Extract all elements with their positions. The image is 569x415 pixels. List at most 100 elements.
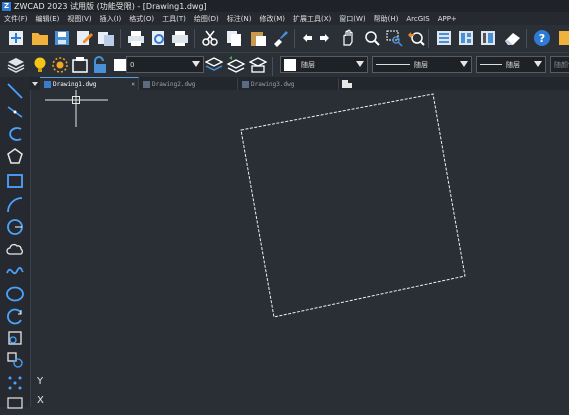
lightbulb-icon <box>34 57 46 72</box>
new-tab-button[interactable] <box>339 78 355 90</box>
zoom-realtime-button[interactable] <box>362 28 382 48</box>
layer-previous-button[interactable] <box>226 55 246 75</box>
print-preview-button[interactable] <box>148 28 168 48</box>
cut-button[interactable] <box>200 28 220 48</box>
layers-properties-toolbar: 0 随层 随层 随层 随颜色 <box>0 53 569 78</box>
overflow-button[interactable] <box>556 28 569 48</box>
close-icon[interactable]: × <box>131 81 135 88</box>
paintbrush-icon <box>274 31 288 47</box>
insert-block-icon <box>8 331 22 345</box>
save-button[interactable] <box>52 28 72 48</box>
tab-drawing2[interactable]: Drawing2.dwg <box>139 78 238 90</box>
svg-text:?: ? <box>539 32 545 45</box>
tab-drawing3[interactable]: Drawing3.dwg <box>238 78 339 90</box>
paste-button[interactable] <box>248 28 268 48</box>
printer-icon <box>128 31 144 46</box>
help-button[interactable]: ? <box>532 28 552 48</box>
plotstyle-select-value: 随颜色 <box>554 60 569 69</box>
xline-tool-button[interactable] <box>5 102 25 122</box>
properties-button[interactable] <box>434 28 454 48</box>
new-file-button[interactable] <box>6 28 26 48</box>
menu-modify[interactable]: 修改(M) <box>255 14 289 24</box>
pan-button[interactable] <box>338 28 358 48</box>
menu-file[interactable]: 文件(F) <box>0 14 32 24</box>
ellipse-arc-tool-button[interactable] <box>5 306 25 326</box>
linetype-select[interactable]: 随层 <box>372 56 472 73</box>
layer-on-button[interactable] <box>30 55 50 75</box>
hatch-tool-button[interactable] <box>5 395 25 415</box>
tab-drawing1[interactable]: Drawing1.dwg × <box>40 77 139 90</box>
title-bar: Z ZWCAD 2023 试用版 (功能受限) - [Drawing1.dwg] <box>0 0 569 12</box>
drawing-canvas[interactable]: Y X <box>31 90 569 407</box>
tool-palette-icon <box>481 31 495 45</box>
menu-extend-tools[interactable]: 扩展工具(X) <box>289 14 335 24</box>
menu-arcgis[interactable]: ArcGIS <box>402 15 433 23</box>
help-icon: ? <box>534 30 550 46</box>
color-select[interactable]: 随层 <box>280 56 368 73</box>
ellipse-tool-button[interactable] <box>5 284 25 304</box>
open-file-button[interactable] <box>30 28 50 48</box>
print-preview-icon <box>152 31 164 45</box>
zoom-previous-button[interactable] <box>406 28 426 48</box>
drawn-square-shape[interactable] <box>240 93 466 318</box>
layer-select[interactable]: 0 <box>126 56 204 73</box>
menu-draw[interactable]: 绘图(D) <box>190 14 223 24</box>
publish-button[interactable] <box>96 28 116 48</box>
revcloud-tool-button[interactable] <box>5 239 25 259</box>
zoom-icon <box>365 31 380 46</box>
layer-states-icon <box>249 57 267 73</box>
lineweight-select[interactable]: 随层 <box>476 56 546 73</box>
ellipse-arc-icon <box>7 308 22 325</box>
tool-palettes-button[interactable] <box>478 28 498 48</box>
circle-icon <box>7 219 23 235</box>
make-block-button[interactable] <box>5 350 25 370</box>
zoom-window-button[interactable] <box>384 28 404 48</box>
undo-redo-button[interactable] <box>298 28 334 48</box>
drawing-area <box>45 90 466 318</box>
plot-button[interactable] <box>170 28 190 48</box>
chevron-down-icon <box>32 82 38 86</box>
make-current-layer-button[interactable] <box>204 55 224 75</box>
polygon-tool-button[interactable] <box>5 147 25 167</box>
menu-window[interactable]: 窗口(W) <box>335 14 369 24</box>
tabs-menu-button[interactable] <box>30 78 40 90</box>
spline-tool-button[interactable] <box>5 260 25 280</box>
insert-block-button[interactable] <box>5 328 25 348</box>
menu-format[interactable]: 格式(O) <box>125 14 158 24</box>
arc-tool-button[interactable] <box>5 195 25 215</box>
polyline-tool-button[interactable] <box>5 124 25 144</box>
layer-freeze-button[interactable] <box>50 55 70 75</box>
menu-insert[interactable]: 插入(I) <box>96 14 126 24</box>
draw-toolbar <box>0 77 31 409</box>
save-as-button[interactable] <box>74 28 94 48</box>
circle-tool-button[interactable] <box>5 217 25 237</box>
erase-button[interactable] <box>502 28 522 48</box>
menu-tools[interactable]: 工具(T) <box>158 14 190 24</box>
toolbar-separator <box>526 29 527 48</box>
print-button[interactable] <box>126 28 146 48</box>
menu-edit[interactable]: 编辑(E) <box>32 14 64 24</box>
crosshair-cursor-icon <box>45 90 108 127</box>
layer-viewport-button[interactable] <box>70 55 90 75</box>
menu-help[interactable]: 帮助(H) <box>370 14 403 24</box>
menu-app-plus[interactable]: APP+ <box>434 15 461 23</box>
layer-manager-button[interactable] <box>6 55 26 75</box>
line-tool-button[interactable] <box>5 81 25 101</box>
menu-dimension[interactable]: 标注(N) <box>223 14 256 24</box>
layer-current-icon <box>205 57 223 71</box>
copy-button[interactable] <box>224 28 244 48</box>
plotstyle-select[interactable]: 随颜色 <box>550 56 569 73</box>
match-properties-button[interactable] <box>270 28 290 48</box>
rectangle-tool-button[interactable] <box>5 171 25 191</box>
ellipse-icon <box>6 286 24 302</box>
line-icon <box>7 83 23 99</box>
menu-view[interactable]: 视图(V) <box>63 14 95 24</box>
design-center-button[interactable] <box>456 28 476 48</box>
new-tab-icon <box>342 80 352 88</box>
chevron-down-icon <box>356 61 364 67</box>
layer-lock-button[interactable] <box>90 55 110 75</box>
layer-states-button[interactable] <box>248 55 268 75</box>
new-file-icon <box>9 31 23 45</box>
point-tool-button[interactable] <box>5 373 25 393</box>
toolbar-separator <box>428 29 429 48</box>
